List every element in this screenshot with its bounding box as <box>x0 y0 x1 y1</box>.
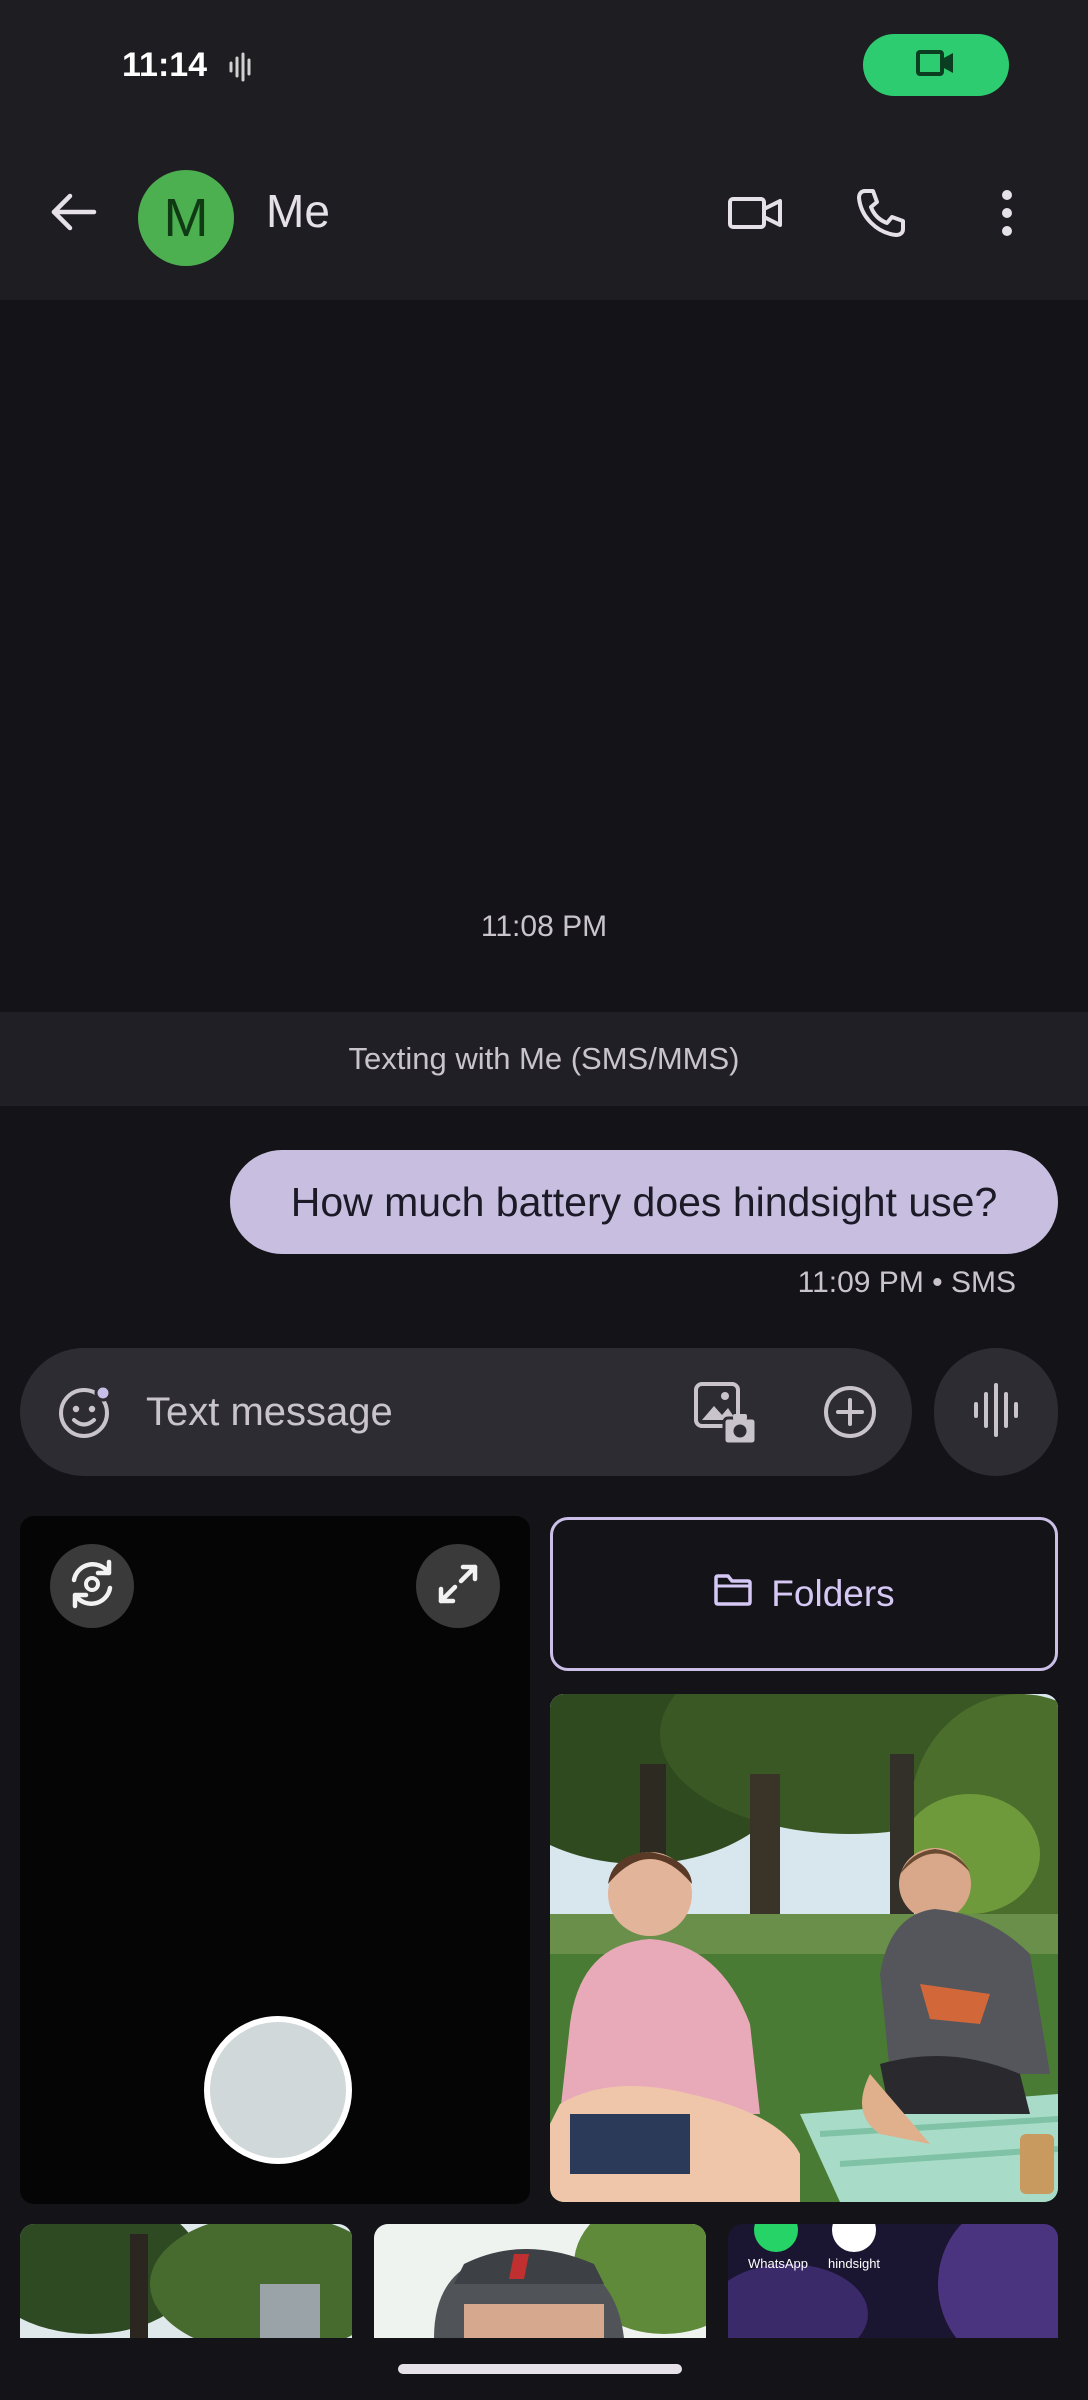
flip-camera-button[interactable] <box>50 1544 134 1628</box>
thumbnail-image <box>374 2224 706 2338</box>
ongoing-video-pill[interactable] <box>863 34 1009 96</box>
folders-label: Folders <box>771 1573 895 1614</box>
emoji-icon <box>54 1384 114 1446</box>
voice-message-button[interactable] <box>934 1348 1058 1476</box>
thumbnail-app-label: WhatsApp <box>748 2256 808 2271</box>
gallery-thumbnail[interactable] <box>374 2224 706 2338</box>
emoji-button[interactable] <box>54 1382 114 1442</box>
folder-icon <box>713 1573 753 1616</box>
flip-camera-icon <box>62 1554 122 1619</box>
message-meta: 11:09 PM • SMS <box>797 1266 1016 1299</box>
expand-icon <box>433 1559 483 1614</box>
gallery-photo[interactable] <box>550 1694 1058 2202</box>
voice-icon <box>971 1382 1021 1443</box>
gallery-thumbnail[interactable]: WhatsApp hindsight <box>728 2224 1058 2338</box>
phone-call-button[interactable] <box>846 180 916 250</box>
sms-mode-text: Texting with Me (SMS/MMS) <box>348 1041 740 1076</box>
conversation-timestamp: 11:08 PM <box>480 910 608 943</box>
more-options-button[interactable] <box>972 180 1042 250</box>
avatar[interactable]: M <box>138 170 234 266</box>
text-message-input[interactable] <box>146 1386 666 1438</box>
audio-wave-icon <box>226 52 256 82</box>
sms-mode-banner: Texting with Me (SMS/MMS) <box>0 1012 1088 1106</box>
add-attachment-button[interactable] <box>820 1382 880 1442</box>
video-call-button[interactable] <box>720 180 790 250</box>
message-text: How much battery does hindsight use? <box>290 1178 998 1225</box>
more-vert-icon <box>999 189 1015 242</box>
thumbnail-image <box>20 2224 352 2338</box>
folders-button[interactable]: Folders <box>550 1517 1058 1671</box>
status-time: 11:14 <box>122 46 208 84</box>
conversation-title[interactable]: Me <box>266 184 330 238</box>
conversation-app-bar: M Me <box>0 132 1088 300</box>
photo-image <box>550 1694 1058 2202</box>
gallery-thumbnail[interactable] <box>20 2224 352 2338</box>
outgoing-message-bubble[interactable]: How much battery does hindsight use? <box>230 1150 1058 1254</box>
shutter-button[interactable] <box>204 2016 352 2164</box>
add-icon <box>820 1386 880 1446</box>
back-arrow-icon[interactable] <box>44 182 104 242</box>
camera-preview[interactable] <box>20 1516 530 2204</box>
phone-icon <box>855 187 907 244</box>
thumbnail-image <box>728 2224 1058 2338</box>
thumbnail-app-label: hindsight <box>828 2256 881 2271</box>
video-camera-icon <box>916 49 956 82</box>
gallery-button[interactable] <box>690 1378 760 1448</box>
gallery-icon <box>690 1382 760 1452</box>
expand-camera-button[interactable] <box>416 1544 500 1628</box>
gesture-navigation-bar[interactable] <box>398 2364 682 2374</box>
composer-bar <box>20 1348 912 1476</box>
status-bar: 11:14 <box>0 0 1088 132</box>
video-camera-icon <box>727 193 783 238</box>
